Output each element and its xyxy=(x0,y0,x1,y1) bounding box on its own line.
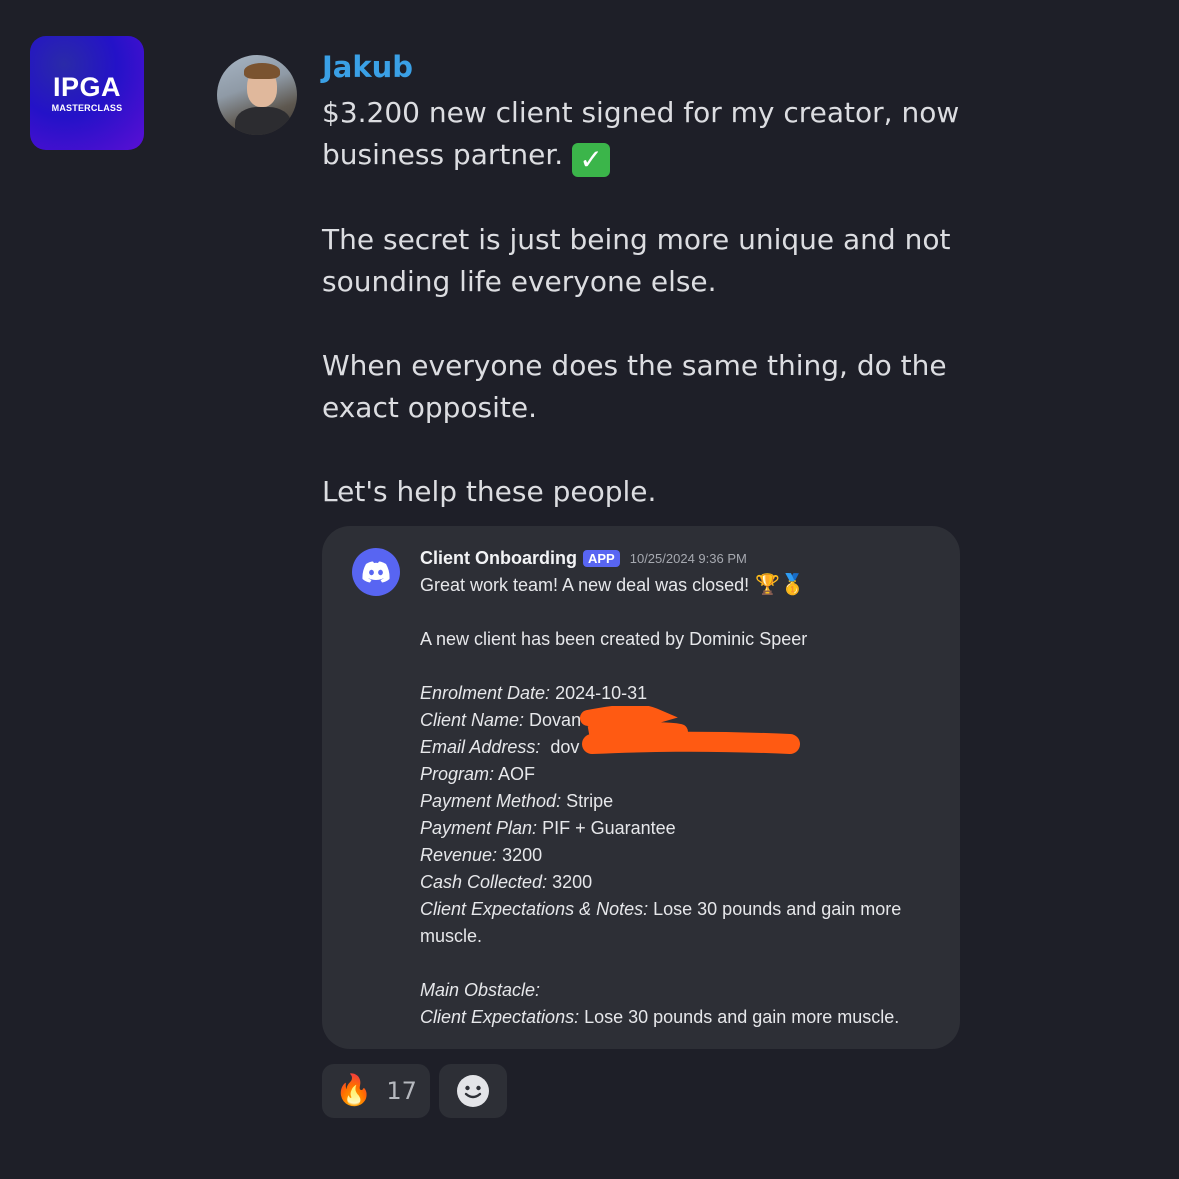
ipga-logo: IPGA MASTERCLASS xyxy=(30,36,144,150)
field-client-expectations: Client Expectations: Lose 30 pounds and … xyxy=(420,1007,900,1027)
bot-name: Client Onboarding xyxy=(420,548,577,568)
check-mark-icon: ✓ xyxy=(572,143,611,177)
message-paragraph-3: When everyone does the same thing, do th… xyxy=(322,349,947,424)
embed-headline: Great work team! A new deal was closed! xyxy=(420,575,750,595)
field-payment-plan: Payment Plan: PIF + Guarantee xyxy=(420,818,676,838)
field-revenue: Revenue: 3200 xyxy=(420,845,543,865)
message-timestamp: 10/25/2024 9:36 PM xyxy=(629,551,747,566)
message-author[interactable]: Jakub xyxy=(322,50,413,84)
user-avatar[interactable] xyxy=(217,55,297,135)
field-main-obstacle: Main Obstacle: xyxy=(420,980,541,1000)
embed-body: Great work team! A new deal was closed! 🏆… xyxy=(420,572,930,1031)
field-client-expectations-notes: Client Expectations & Notes: Lose 30 pou… xyxy=(420,899,902,946)
add-reaction-button[interactable] xyxy=(439,1064,507,1118)
message-paragraph-4: Let's help these people. xyxy=(322,475,657,508)
field-cash-collected: Cash Collected: 3200 xyxy=(420,872,593,892)
message-paragraph-1: $3.200 new client signed for my creator,… xyxy=(322,96,960,171)
app-badge: APP xyxy=(583,550,620,567)
trophy-medal-icon: 🏆🥇 xyxy=(755,574,805,596)
reaction-bar: 🔥 17 xyxy=(322,1064,507,1118)
field-client-name: Client Name: Dovan S xyxy=(420,710,599,730)
message-paragraph-2: The secret is just being more unique and… xyxy=(322,223,951,298)
logo-subtitle: MASTERCLASS xyxy=(51,102,123,113)
logo-title: IPGA xyxy=(52,71,121,102)
field-enrolment-date: Enrolment Date: 2024-10-31 xyxy=(420,683,648,703)
smiley-icon xyxy=(457,1075,489,1107)
fire-icon: 🔥 xyxy=(335,1073,373,1108)
field-program: Program: AOF xyxy=(420,764,536,784)
embed-intro: A new client has been created by Dominic… xyxy=(420,629,808,649)
embedded-screenshot: Client Onboarding APP 10/25/2024 9:36 PM… xyxy=(322,526,960,1049)
field-email-address: Email Address: dov xyxy=(420,737,580,757)
fire-reaction[interactable]: 🔥 17 xyxy=(322,1064,430,1118)
message-content: $3.200 new client signed for my creator,… xyxy=(322,92,962,513)
reaction-count: 17 xyxy=(386,1077,417,1105)
field-payment-method: Payment Method: Stripe xyxy=(420,791,614,811)
discord-bot-icon xyxy=(352,548,400,596)
